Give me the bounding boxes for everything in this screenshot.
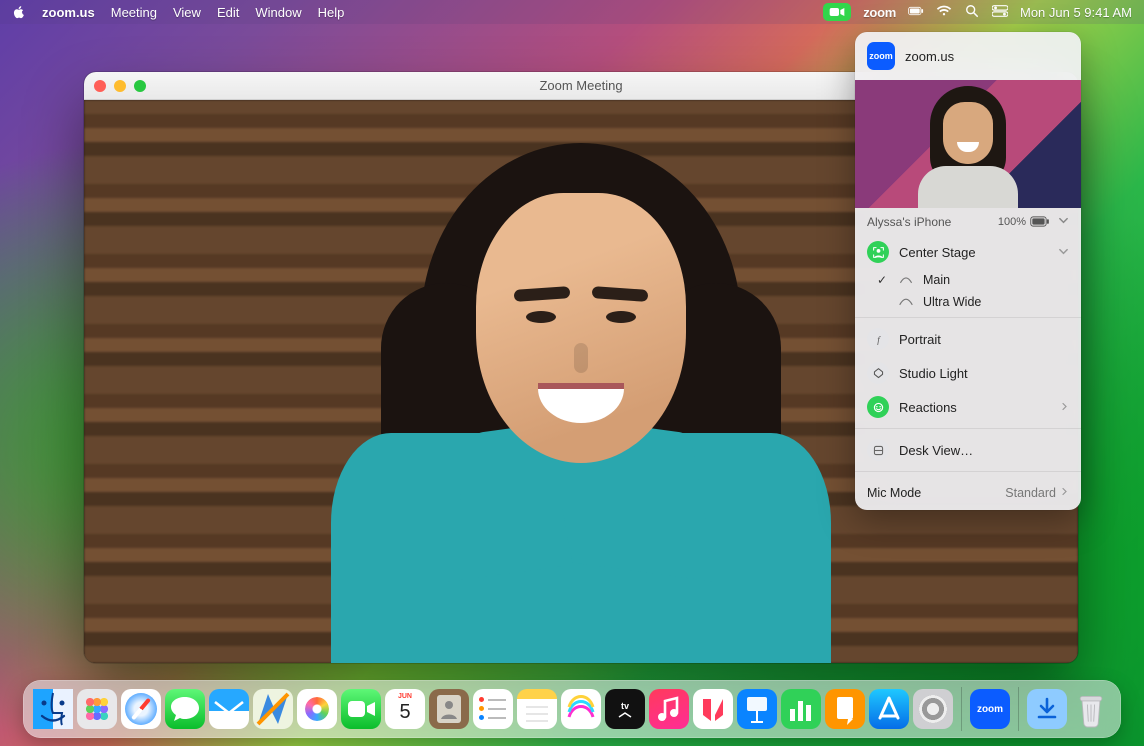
camera-active-indicator[interactable] [823,3,851,21]
checkmark-icon: ✓ [877,273,887,287]
center-stage-toggle[interactable]: Center Stage [855,235,1081,269]
studio-light-toggle[interactable]: Studio Light [855,356,1081,390]
lens-option-main[interactable]: ✓ Main [855,269,1081,291]
chevron-down-icon [1058,245,1069,260]
svg-text:f: f [877,334,881,344]
menubar-zoom-label[interactable]: zoom [863,5,896,20]
dock-photos[interactable] [297,689,337,729]
battery-icon[interactable] [908,4,924,21]
dock-appstore[interactable] [869,689,909,729]
lens-icon [899,297,913,307]
portrait-toggle[interactable]: f Portrait [855,322,1081,356]
dock-news[interactable] [693,689,733,729]
lens-ultrawide-label: Ultra Wide [923,295,981,309]
dock-pages[interactable] [825,689,865,729]
dock-music[interactable] [649,689,689,729]
dock-numbers[interactable] [781,689,821,729]
lens-main-label: Main [923,273,950,287]
dock-freeform[interactable] [561,689,601,729]
mic-mode-value: Standard [1005,486,1056,500]
studio-light-icon [867,362,889,384]
dock-finder[interactable] [33,689,73,729]
menubar: zoom.us Meeting View Edit Window Help zo… [0,0,1144,24]
reactions-toggle[interactable]: Reactions [855,390,1081,424]
reactions-label: Reactions [899,400,1050,415]
device-name-label: Alyssa's iPhone [867,215,990,229]
dock-messages[interactable] [165,689,205,729]
dock-separator [1018,687,1019,731]
lens-icon [899,275,913,285]
dock-reminders[interactable] [473,689,513,729]
dock-keynote[interactable] [737,689,777,729]
mic-mode-row[interactable]: Mic Mode Standard [855,476,1081,510]
chevron-right-icon [1060,400,1069,415]
apple-menu-icon[interactable] [12,5,26,19]
dock-trash[interactable] [1071,689,1111,729]
window-minimize-button[interactable] [114,80,126,92]
window-zoom-button[interactable] [134,80,146,92]
dock-calendar[interactable]: JUN5 [385,689,425,729]
participant-main-video [301,103,861,663]
desk-view-icon [867,439,889,461]
window-title: Zoom Meeting [539,78,622,93]
menu-help[interactable]: Help [318,5,345,20]
chevron-down-icon[interactable] [1058,214,1069,229]
portrait-icon: f [867,328,889,350]
dock-mail[interactable] [209,689,249,729]
camera-preview-thumbnail [855,80,1081,208]
portrait-label: Portrait [899,332,1069,347]
panel-app-name: zoom.us [905,49,954,64]
app-menu[interactable]: zoom.us [42,5,95,20]
dock: JUN5 tv zoom [23,680,1121,738]
panel-app-header[interactable]: zoom zoom.us [855,32,1081,80]
menu-window[interactable]: Window [255,5,301,20]
reactions-icon [867,396,889,418]
device-battery-status: 100% [998,216,1050,228]
menu-edit[interactable]: Edit [217,5,239,20]
menu-meeting[interactable]: Meeting [111,5,157,20]
desk-view-label: Desk View… [899,443,1069,458]
window-close-button[interactable] [94,80,106,92]
studio-light-label: Studio Light [899,366,1069,381]
center-stage-label: Center Stage [899,245,1048,260]
dock-safari[interactable] [121,689,161,729]
dock-maps[interactable] [253,689,293,729]
zoom-app-icon: zoom [867,42,895,70]
dock-downloads[interactable] [1027,689,1067,729]
dock-notes[interactable] [517,689,557,729]
wifi-icon[interactable] [936,4,952,21]
lens-option-ultra-wide[interactable]: Ultra Wide [855,291,1081,313]
dock-separator [961,687,962,731]
chevron-right-icon [1060,486,1069,500]
dock-facetime[interactable] [341,689,381,729]
dock-system-settings[interactable] [913,689,953,729]
menu-view[interactable]: View [173,5,201,20]
menubar-clock[interactable]: Mon Jun 5 9:41 AM [1020,5,1132,20]
control-center-icon[interactable] [992,4,1008,21]
dock-tv[interactable]: tv [605,689,645,729]
mic-mode-label: Mic Mode [867,486,921,500]
dock-contacts[interactable] [429,689,469,729]
dock-zoom-app[interactable]: zoom [970,689,1010,729]
video-effects-panel: zoom zoom.us Alyssa's iPhone 100% Center… [855,32,1081,510]
center-stage-icon [867,241,889,263]
desk-view-button[interactable]: Desk View… [855,433,1081,467]
dock-launchpad[interactable] [77,689,117,729]
svg-text:tv: tv [621,701,629,711]
spotlight-icon[interactable] [964,4,980,21]
